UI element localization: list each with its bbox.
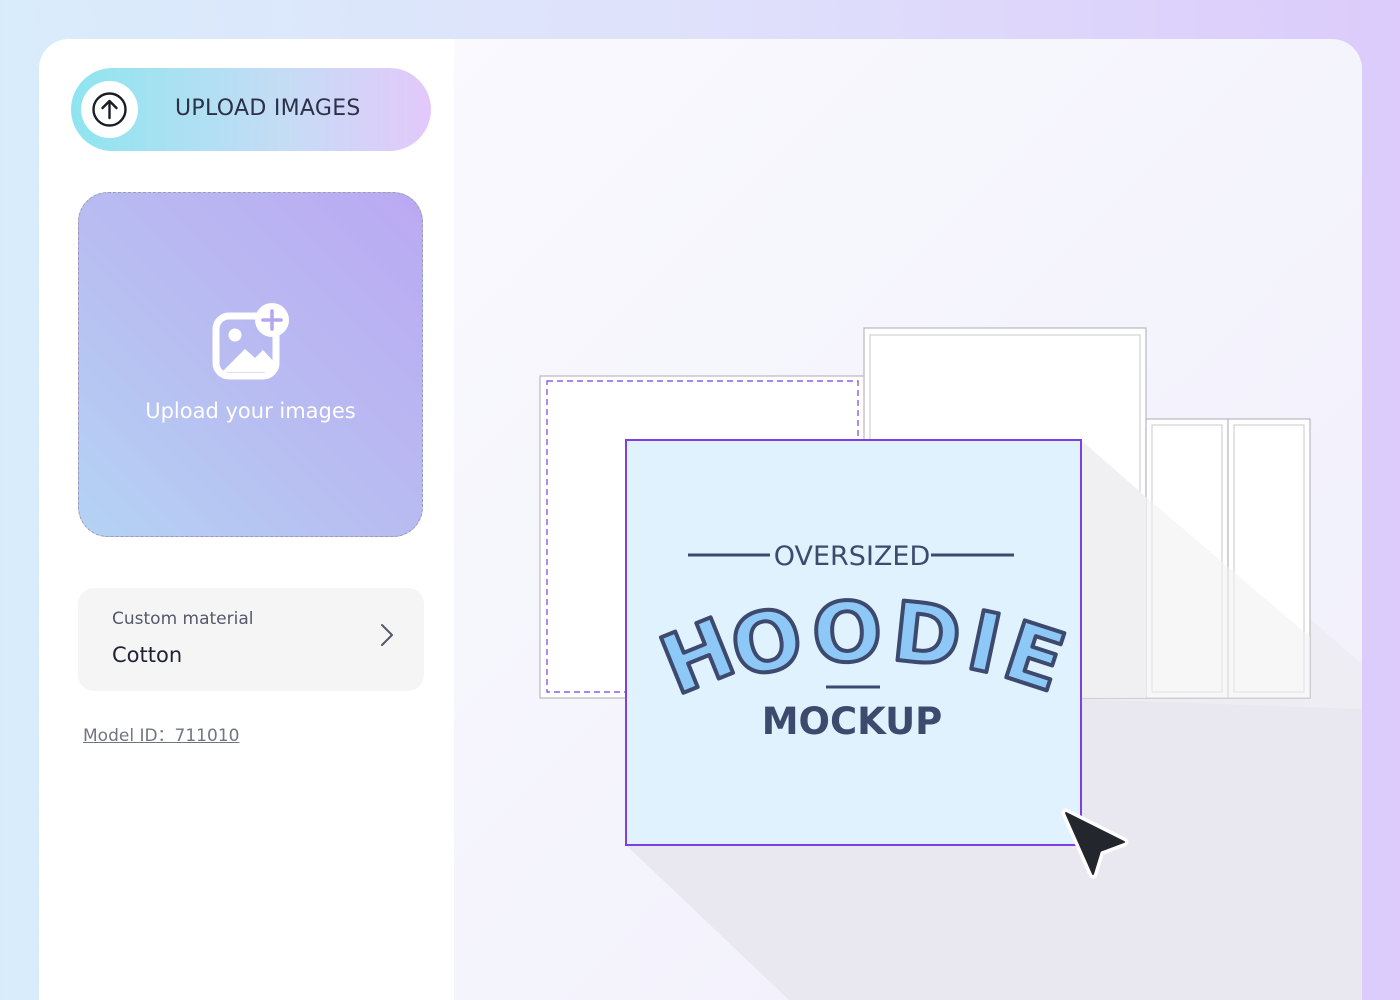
mockup-artwork: OVERSIZED H O O D I E MOCKUP: [539, 327, 1362, 1000]
material-label: Custom material: [112, 609, 254, 629]
app-window: UPLOAD IMAGES Upload your images Custom …: [39, 39, 1362, 1000]
upload-images-button[interactable]: UPLOAD IMAGES: [71, 68, 431, 151]
design-title-letter: D: [888, 585, 966, 687]
model-id-link[interactable]: Model ID：711010: [83, 721, 239, 746]
upload-button-label: UPLOAD IMAGES: [175, 96, 361, 121]
dropzone-text: Upload your images: [145, 399, 356, 423]
upload-icon-badge: [81, 81, 138, 138]
design-top-text: OVERSIZED: [774, 541, 931, 572]
image-add-icon: [212, 303, 289, 380]
image-dropzone[interactable]: Upload your images: [78, 192, 423, 537]
custom-material-selector[interactable]: Custom material Cotton: [78, 588, 424, 691]
mouse-pointer-icon: [1061, 808, 1129, 879]
chevron-right-icon: [381, 624, 393, 646]
mockup-canvas: OVERSIZED H O O D I E MOCKUP: [454, 39, 1362, 1000]
design-title-letter: O: [810, 584, 885, 683]
design-bottom-text: MOCKUP: [762, 700, 943, 743]
sidebar: UPLOAD IMAGES Upload your images Custom …: [39, 39, 454, 1000]
material-value: Cotton: [112, 643, 183, 667]
arrow-up-circle-icon: [92, 92, 127, 127]
